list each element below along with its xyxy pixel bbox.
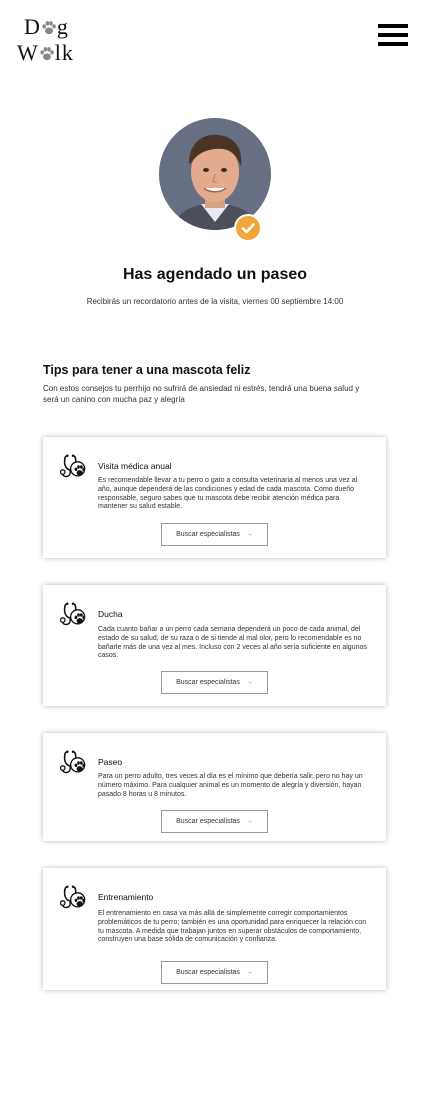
logo[interactable]: Dg Wlk	[17, 14, 89, 66]
stethoscope-paw-icon	[59, 600, 87, 628]
arrow-right-icon: →	[245, 679, 253, 686]
tip-card-ducha: Ducha Cada cuanto bañar a un perro cada …	[43, 585, 386, 706]
tips-heading: Tips para tener a una mascota feliz	[43, 363, 251, 377]
logo-letter-g: g	[56, 14, 69, 39]
page-title: Has agendado un paseo	[122, 266, 308, 283]
checkmark-icon	[234, 214, 262, 242]
user-avatar-container	[159, 118, 271, 242]
tip-card-paseo: Paseo Para un perro adulto, tres veces a…	[43, 733, 386, 841]
tip-card-text: Cada cuanto bañar a un perro cada semana…	[98, 626, 367, 660]
tip-card-entrenamiento: Entrenamiento El entrenamiento en casa v…	[43, 868, 386, 990]
tip-card-title: Paseo	[98, 757, 123, 767]
logo-bottom-row: Wlk	[17, 40, 74, 66]
paw-icon	[39, 46, 55, 62]
tip-card-title: Visita médica anual	[98, 461, 172, 471]
reminder-text: Recibirás un recordatorio antes de la vi…	[86, 297, 344, 306]
arrow-right-icon: →	[245, 531, 253, 538]
tip-card-title: Entrenamiento	[98, 892, 154, 902]
stethoscope-paw-icon	[59, 452, 87, 480]
logo-letter-d: D	[24, 14, 41, 39]
hamburger-icon[interactable]	[378, 24, 408, 48]
buscar-especialistas-button[interactable]: Buscar especialistas →	[161, 810, 268, 833]
stethoscope-paw-icon	[59, 883, 87, 911]
tip-card-text: Es recomendable llevar a tu perro o gato…	[98, 477, 358, 511]
tip-card-text: El entrenamiento en casa va más allá de …	[98, 910, 367, 944]
buscar-especialistas-button[interactable]: Buscar especialistas →	[161, 671, 268, 694]
button-label: Buscar especialistas	[176, 969, 240, 976]
stethoscope-paw-icon	[59, 748, 87, 776]
buscar-especialistas-button[interactable]: Buscar especialistas →	[161, 523, 268, 546]
paw-icon	[41, 20, 57, 36]
avatar	[159, 118, 271, 230]
button-label: Buscar especialistas	[176, 679, 240, 686]
buscar-especialistas-button[interactable]: Buscar especialistas →	[161, 961, 268, 984]
tip-card-visita-medica: Visita médica anual Es recomendable llev…	[43, 437, 386, 558]
tip-card-title: Ducha	[98, 609, 123, 619]
tip-card-text: Para un perro adulto, tres veces al día …	[98, 773, 363, 798]
arrow-right-icon: →	[245, 969, 253, 976]
logo-letter-w: W	[17, 40, 39, 65]
button-label: Buscar especialistas	[176, 531, 240, 538]
logo-letters-lk: lk	[54, 40, 74, 65]
tips-description: Con estos consejos tu perrhijo no sufrir…	[43, 384, 360, 404]
button-label: Buscar especialistas	[176, 818, 240, 825]
logo-top-row: Dg	[24, 14, 69, 40]
arrow-right-icon: →	[245, 818, 253, 825]
